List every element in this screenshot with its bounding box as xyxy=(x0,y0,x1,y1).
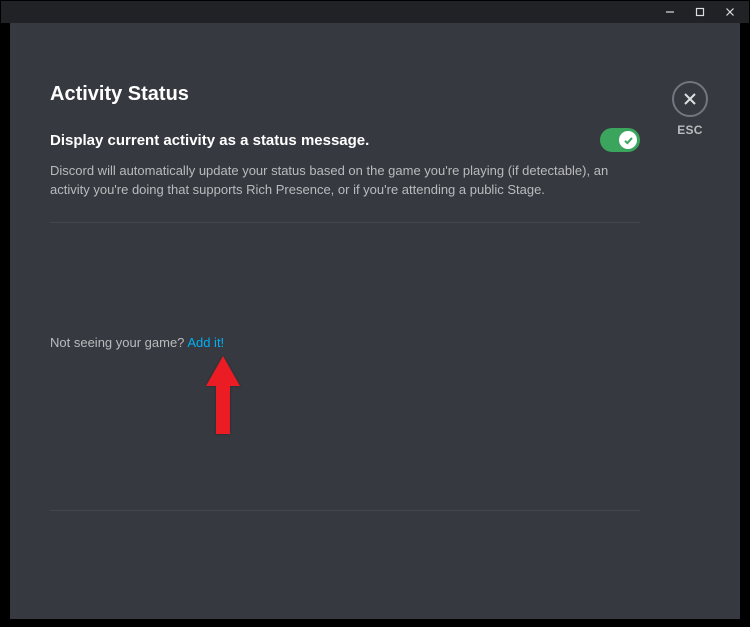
activity-status-description: Discord will automatically update your s… xyxy=(50,162,620,200)
titlebar xyxy=(1,1,749,23)
close-icon xyxy=(672,81,708,117)
close-settings-button[interactable]: ESC xyxy=(672,81,708,137)
add-game-prompt-text: Not seeing your game? xyxy=(50,335,187,350)
page-title: Activity Status xyxy=(50,83,640,106)
esc-label: ESC xyxy=(677,123,703,137)
toggle-thumb xyxy=(619,131,637,149)
activity-status-toggle[interactable] xyxy=(600,128,640,152)
maximize-button[interactable] xyxy=(687,1,713,23)
divider xyxy=(50,222,640,223)
window-frame: ESC Activity Status Display current acti… xyxy=(0,0,750,627)
activity-status-toggle-row: Display current activity as a status mes… xyxy=(50,128,640,152)
window-close-button[interactable] xyxy=(717,1,743,23)
minimize-button[interactable] xyxy=(657,1,683,23)
settings-panel: ESC Activity Status Display current acti… xyxy=(10,23,740,619)
activity-status-toggle-label: Display current activity as a status mes… xyxy=(50,132,369,149)
add-game-prompt: Not seeing your game? Add it! xyxy=(50,335,640,350)
divider xyxy=(50,510,640,511)
add-game-link[interactable]: Add it! xyxy=(187,335,224,350)
